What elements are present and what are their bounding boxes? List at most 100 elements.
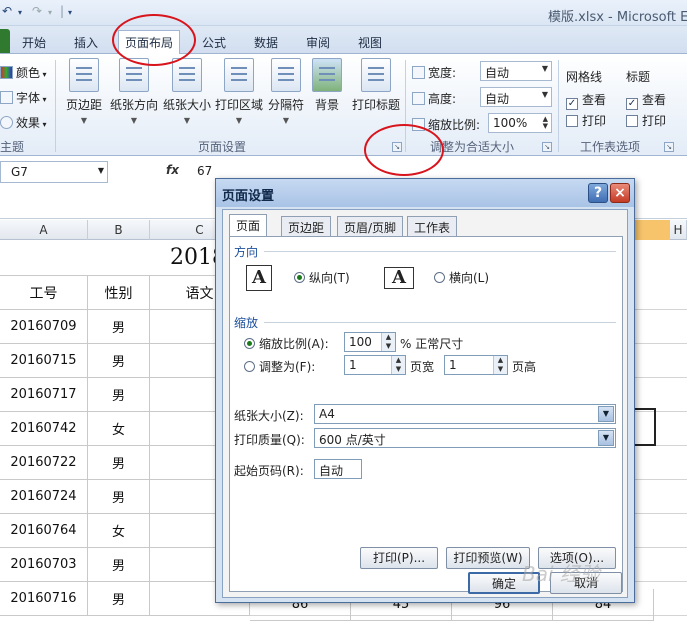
table-cell[interactable]: 20160742 <box>0 412 88 446</box>
table-cell[interactable]: 20160715 <box>0 344 88 378</box>
name-box[interactable]: G7 ▼ <box>0 161 108 183</box>
background-button[interactable]: 背景 <box>310 58 344 140</box>
landscape-page-icon: A <box>384 267 414 289</box>
margins-button[interactable]: 页边距 ▼ <box>62 58 106 140</box>
table-cell[interactable]: 女 <box>88 412 150 446</box>
customize-toolbar-icon[interactable]: ▾ <box>68 8 72 17</box>
tab-review[interactable]: 审阅 <box>306 34 330 51</box>
gridlines-print-checkbox[interactable]: 打印 <box>566 112 606 129</box>
close-icon[interactable]: × <box>610 183 630 203</box>
landscape-radio[interactable]: 横向(L) <box>434 269 489 286</box>
tab-home[interactable]: 开始 <box>22 34 46 51</box>
table-cell[interactable]: 20160716 <box>0 582 88 616</box>
help-icon[interactable]: ? <box>588 183 608 203</box>
toolbar-separator: | <box>60 4 65 18</box>
checkmark-icon: ✓ <box>566 98 578 110</box>
file-tab[interactable] <box>0 29 10 53</box>
tab-header-footer[interactable]: 页眉/页脚 <box>337 216 404 236</box>
tab-sheet[interactable]: 工作表 <box>407 216 458 236</box>
table-header-cell[interactable]: 性别 <box>88 276 150 310</box>
table-cell[interactable]: 男 <box>88 480 150 514</box>
tab-formulas[interactable]: 公式 <box>202 34 226 51</box>
table-cell[interactable]: 男 <box>88 582 150 616</box>
headings-print-checkbox[interactable]: 打印 <box>626 112 666 129</box>
tab-insert[interactable]: 插入 <box>74 34 98 51</box>
undo-dropdown-icon[interactable]: ▾ <box>18 8 22 17</box>
chevron-down-icon: ▼ <box>130 116 138 125</box>
chevron-down-icon: ▼ <box>235 116 243 125</box>
undo-icon[interactable]: ↶ <box>2 4 12 18</box>
page-setup-group-label: 页面设置 <box>198 140 247 154</box>
print-area-button[interactable]: 打印区域 ▼ <box>214 58 264 140</box>
theme-fonts-button[interactable]: 字体 ▾ <box>0 89 47 106</box>
theme-colors-button[interactable]: 颜色 ▾ <box>0 64 47 81</box>
section-divider <box>264 322 616 323</box>
scale-launcher-icon[interactable]: ↘ <box>542 142 552 152</box>
chevron-down-icon: ▼ <box>598 430 614 446</box>
print-button[interactable]: 打印(P)... <box>360 547 438 569</box>
paper-size-label: 纸张大小(Z): <box>234 409 304 423</box>
column-header-a[interactable]: A <box>0 220 88 240</box>
column-header-b[interactable]: B <box>88 220 150 240</box>
table-cell[interactable]: 男 <box>88 446 150 480</box>
gridlines-view-checkbox[interactable]: ✓ 查看 <box>566 91 606 110</box>
redo-icon[interactable]: ↷ <box>32 4 42 18</box>
tab-data[interactable]: 数据 <box>254 34 278 51</box>
width-combo[interactable]: 自动 ▼ <box>480 61 552 81</box>
theme-effects-button[interactable]: 效果 ▾ <box>0 114 47 131</box>
breaks-button[interactable]: 分隔符 ▼ <box>266 58 306 140</box>
sheet-options-launcher-icon[interactable]: ↘ <box>664 142 674 152</box>
table-cell[interactable]: 男 <box>88 344 150 378</box>
tab-margins[interactable]: 页边距 <box>281 216 332 236</box>
height-combo[interactable]: 自动 ▼ <box>480 87 552 107</box>
tab-page[interactable]: 页面 <box>229 214 268 237</box>
pages-wide-spinner[interactable]: 1 ▲ ▼ <box>344 355 406 375</box>
headings-view-checkbox[interactable]: ✓ 查看 <box>626 91 666 110</box>
theme-group-label: 主题 <box>0 140 25 154</box>
dialog-title: 页面设置 <box>222 189 275 204</box>
scale-percent-spinner[interactable]: 100 ▲ ▼ <box>344 332 396 352</box>
fit-to-radio[interactable]: 调整为(F): <box>244 358 315 375</box>
printer-icon <box>224 58 254 92</box>
pages-tall-label: 页高 <box>512 360 537 374</box>
redo-dropdown-icon[interactable]: ▾ <box>48 8 52 17</box>
scale-spinner[interactable]: 100% ▲ ▼ <box>488 113 552 133</box>
table-header-cell[interactable]: 工号 <box>0 276 88 310</box>
table-cell[interactable]: 20160717 <box>0 378 88 412</box>
table-cell[interactable]: 20160709 <box>0 310 88 344</box>
page-setup-dialog: 页面设置 ? × 页面 页边距 页眉/页脚 工作表 方向 A 纵向(T) A 横… <box>215 178 635 603</box>
title-bar: ↶ ▾ ↷ ▾ | ▾ 模版.xlsx - Microsoft E <box>0 0 687 26</box>
table-cell[interactable]: 20160703 <box>0 548 88 582</box>
print-quality-select[interactable]: 600 点/英寸 ▼ <box>314 428 616 448</box>
table-cell[interactable]: 男 <box>88 378 150 412</box>
adjust-to-radio[interactable]: 缩放比例(A): <box>244 335 329 352</box>
paper-size-select[interactable]: A4 ▼ <box>314 404 616 424</box>
ribbon: 颜色 ▾ 字体 ▾ 效果 ▾ 主题 页边距 ▼ 纸张方向 ▼ 纸张大小 ▼ 打印区域 ▼… <box>0 54 687 156</box>
width-icon <box>412 66 425 79</box>
spinner-arrows-icon: ▲ ▼ <box>542 115 548 130</box>
size-button[interactable]: 纸张大小 ▼ <box>162 58 212 140</box>
orientation-section-label: 方向 <box>234 245 259 259</box>
active-cell-border <box>634 408 656 446</box>
first-page-number-input[interactable]: 自动 <box>314 459 362 479</box>
tab-view[interactable]: 视图 <box>358 34 382 51</box>
table-cell[interactable]: 20160724 <box>0 480 88 514</box>
pages-tall-spinner[interactable]: 1 ▲ ▼ <box>444 355 508 375</box>
chevron-down-icon: ▼ <box>97 166 104 175</box>
section-divider <box>264 251 616 252</box>
table-cell[interactable]: 女 <box>88 514 150 548</box>
table-cell[interactable]: 男 <box>88 548 150 582</box>
table-cell[interactable]: 20160764 <box>0 514 88 548</box>
portrait-radio[interactable]: 纵向(T) <box>294 269 350 286</box>
table-cell[interactable]: 男 <box>88 310 150 344</box>
selected-column-header <box>634 220 670 240</box>
formula-input[interactable]: 67 <box>197 164 212 178</box>
table-cell[interactable]: 20160722 <box>0 446 88 480</box>
orientation-button[interactable]: 纸张方向 ▼ <box>108 58 160 140</box>
column-header-h[interactable]: H <box>670 220 687 240</box>
print-preview-button[interactable]: 打印预览(W) <box>446 547 530 569</box>
chevron-down-icon: ▼ <box>598 406 614 422</box>
dialog-titlebar[interactable]: 页面设置 ? × <box>216 179 634 207</box>
insert-function-icon[interactable]: fx <box>166 163 179 177</box>
scaling-section-label: 缩放 <box>234 316 259 330</box>
